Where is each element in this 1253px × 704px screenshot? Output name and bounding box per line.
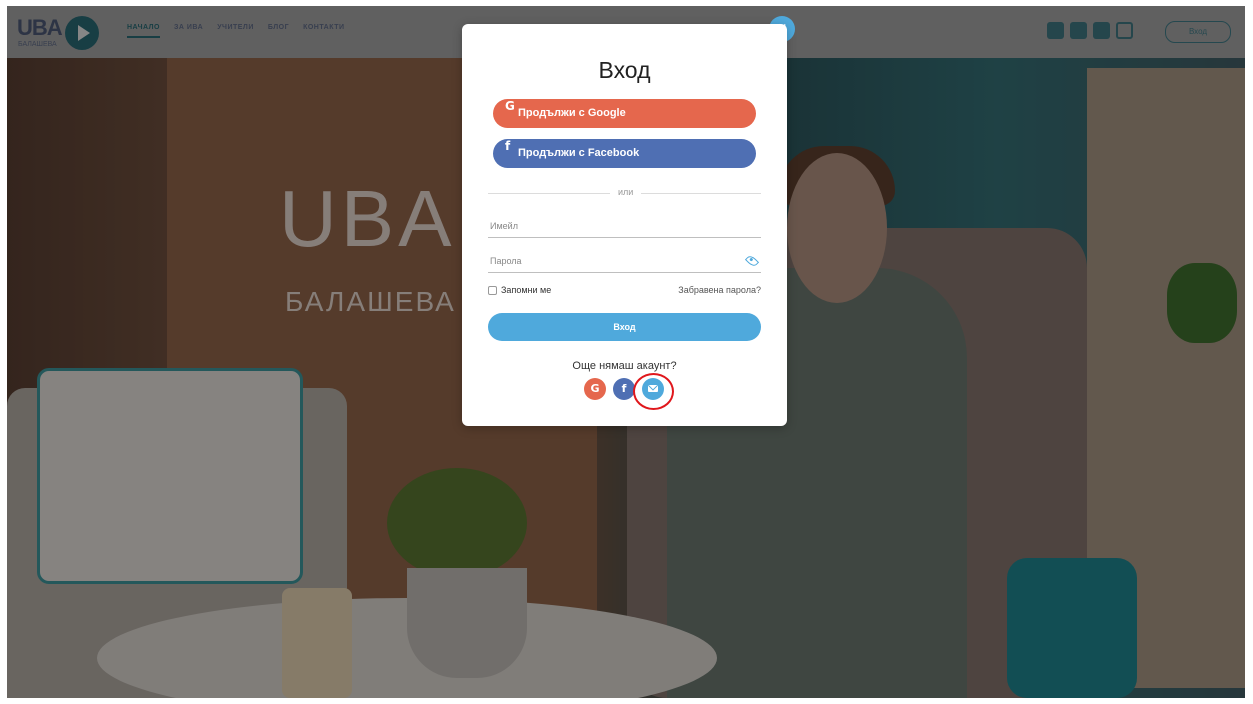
register-facebook-button[interactable]: f	[613, 378, 635, 400]
forgot-password-link[interactable]: Забравена парола?	[678, 285, 761, 295]
register-email-button[interactable]	[642, 378, 664, 400]
facebook-icon: f	[505, 139, 511, 153]
envelope-icon	[648, 385, 658, 392]
login-modal: Вход G Продължи с Google f Продължи с Fa…	[462, 24, 787, 426]
login-submit-button[interactable]: Вход	[488, 313, 761, 341]
remember-label: Запомни ме	[501, 285, 552, 295]
google-icon: G	[505, 99, 515, 113]
facebook-login-label: Продължи с Facebook	[518, 147, 640, 159]
register-google-button[interactable]: G	[584, 378, 606, 400]
modal-title: Вход	[598, 57, 651, 83]
password-field[interactable]	[488, 249, 761, 273]
google-login-label: Продължи с Google	[518, 107, 626, 119]
facebook-login-button[interactable]: f Продължи с Facebook	[493, 139, 756, 168]
divider-label: или	[610, 187, 642, 197]
no-account-text: Още нямаш акаунт?	[572, 360, 677, 372]
email-field[interactable]	[488, 214, 761, 238]
remember-me[interactable]: Запомни ме	[488, 285, 551, 295]
or-divider: или	[488, 187, 761, 199]
remember-checkbox[interactable]	[488, 285, 497, 295]
google-login-button[interactable]: G Продължи с Google	[493, 99, 756, 128]
